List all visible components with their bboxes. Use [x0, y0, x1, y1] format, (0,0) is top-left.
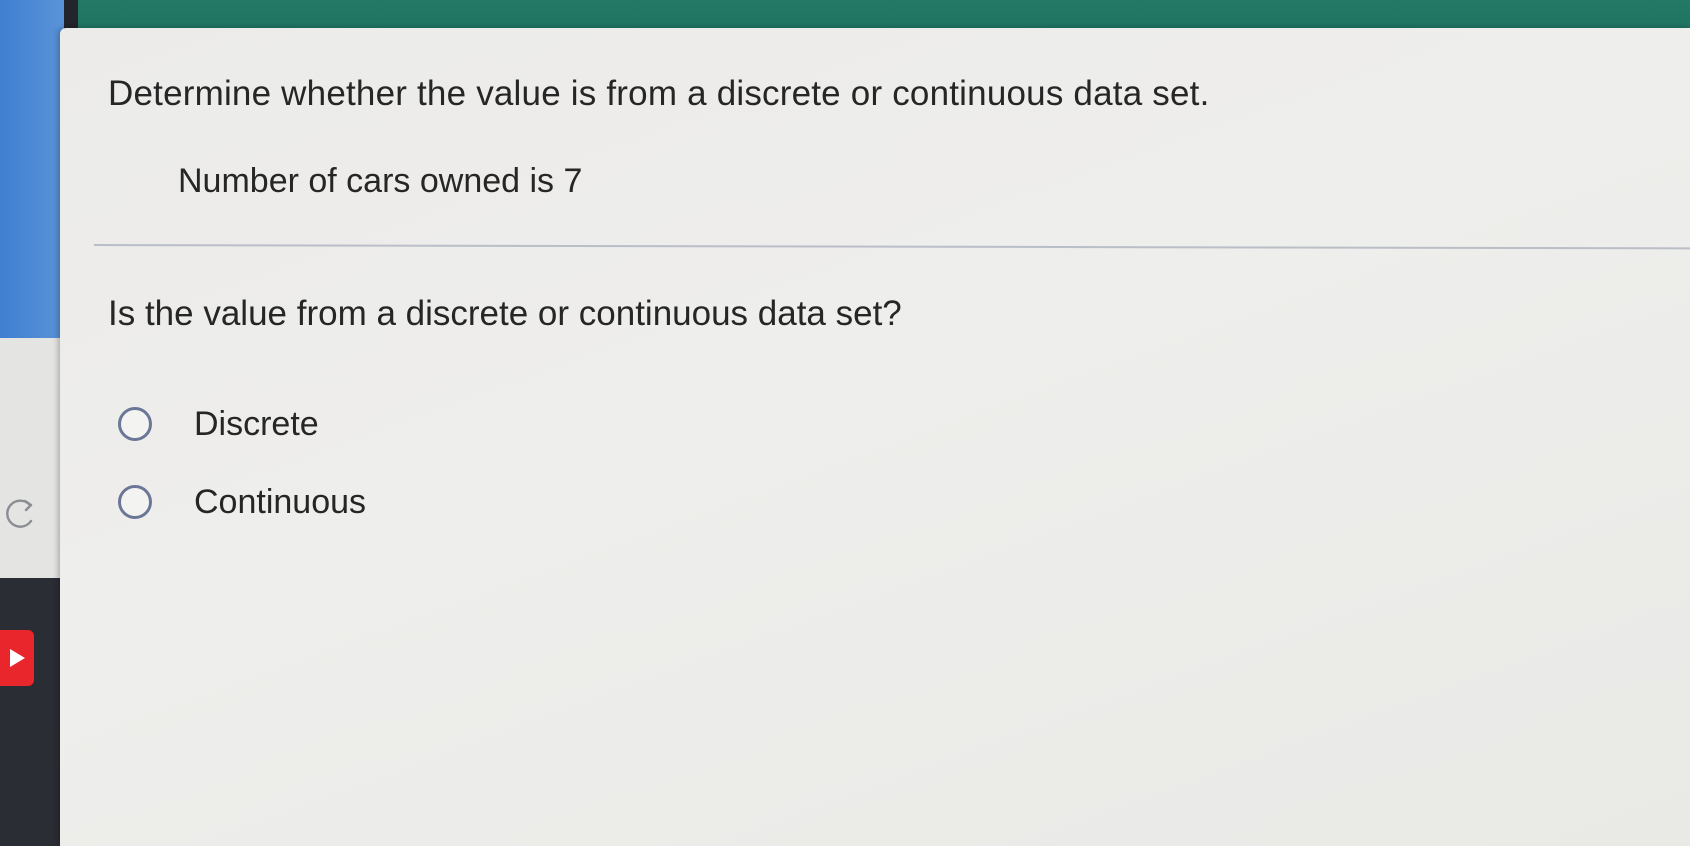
- option-continuous-label[interactable]: Continuous: [194, 483, 366, 522]
- sidebar-blue-tab[interactable]: [0, 0, 64, 338]
- instruction-text: Determine whether the value is from a di…: [108, 74, 1210, 113]
- option-discrete[interactable]: Discrete: [118, 400, 319, 448]
- option-discrete-label[interactable]: Discrete: [194, 405, 319, 444]
- play-icon: [10, 649, 25, 667]
- question-panel: Determine whether the value is from a di…: [60, 28, 1690, 846]
- given-value-text: Number of cars owned is 7: [178, 162, 583, 200]
- play-button[interactable]: [0, 630, 34, 686]
- question-text: Is the value from a discrete or continuo…: [108, 294, 902, 333]
- divider: [93, 244, 1690, 250]
- option-continuous[interactable]: Continuous: [118, 478, 366, 526]
- header-band: [0, 0, 1690, 30]
- radio-continuous[interactable]: [118, 485, 152, 519]
- radio-discrete[interactable]: [118, 407, 152, 441]
- sidebar-light-section: [0, 338, 64, 578]
- refresh-icon[interactable]: [2, 496, 36, 532]
- screen: Determine whether the value is from a di…: [0, 0, 1690, 846]
